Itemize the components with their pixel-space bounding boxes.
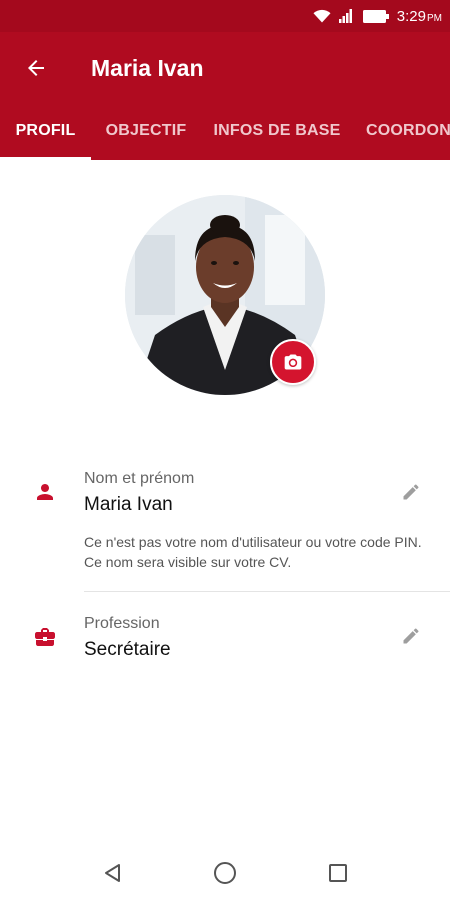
camera-icon [284, 354, 302, 370]
tab-infos-de-base[interactable]: INFOS DE BASE [206, 104, 348, 160]
arrow-left-icon [28, 60, 44, 76]
person-icon [37, 484, 53, 500]
pencil-icon [403, 628, 419, 644]
signal-icon [338, 9, 352, 23]
system-nav-bar [0, 846, 450, 900]
page-title: Maria Ivan [91, 55, 204, 81]
nav-back-button[interactable] [97, 858, 129, 888]
tab-indicator [0, 157, 91, 160]
status-time: 3:29PM [397, 8, 442, 25]
recents-square-icon [329, 864, 347, 882]
status-icons: 3:29PM [313, 6, 442, 26]
name-help-text: Ce n'est pas votre nom d'utilisateur ou … [84, 534, 422, 570]
status-bar: 3:29PM [0, 0, 450, 32]
field-divider [84, 591, 450, 592]
status-time-ampm: PM [427, 12, 442, 24]
battery-icon [362, 9, 389, 23]
tab-objectif[interactable]: OBJECTIF [96, 104, 196, 160]
change-photo-button[interactable] [270, 339, 316, 385]
briefcase-icon [35, 628, 55, 646]
profession-value: Secrétaire [84, 639, 171, 660]
nav-home-button[interactable] [209, 858, 241, 888]
app-bar: Maria Ivan [0, 32, 450, 104]
home-circle-icon [214, 862, 236, 884]
edit-name-button[interactable] [396, 477, 426, 507]
nav-recents-button[interactable] [322, 858, 354, 888]
edit-profession-button[interactable] [396, 621, 426, 651]
wifi-icon [313, 9, 331, 23]
name-value: Maria Ivan [84, 494, 173, 515]
pencil-icon [403, 484, 419, 500]
back-triangle-icon [105, 864, 120, 882]
name-label: Nom et prénom [84, 470, 195, 487]
tab-bar: PROFIL OBJECTIF INFOS DE BASE COORDONNÉE… [0, 104, 450, 160]
tab-profil[interactable]: PROFIL [0, 104, 91, 160]
profession-label: Profession [84, 615, 160, 632]
tab-coordonnees[interactable]: COORDONNÉES [366, 104, 450, 160]
status-time-value: 3:29 [396, 7, 426, 25]
back-button[interactable] [18, 50, 54, 86]
